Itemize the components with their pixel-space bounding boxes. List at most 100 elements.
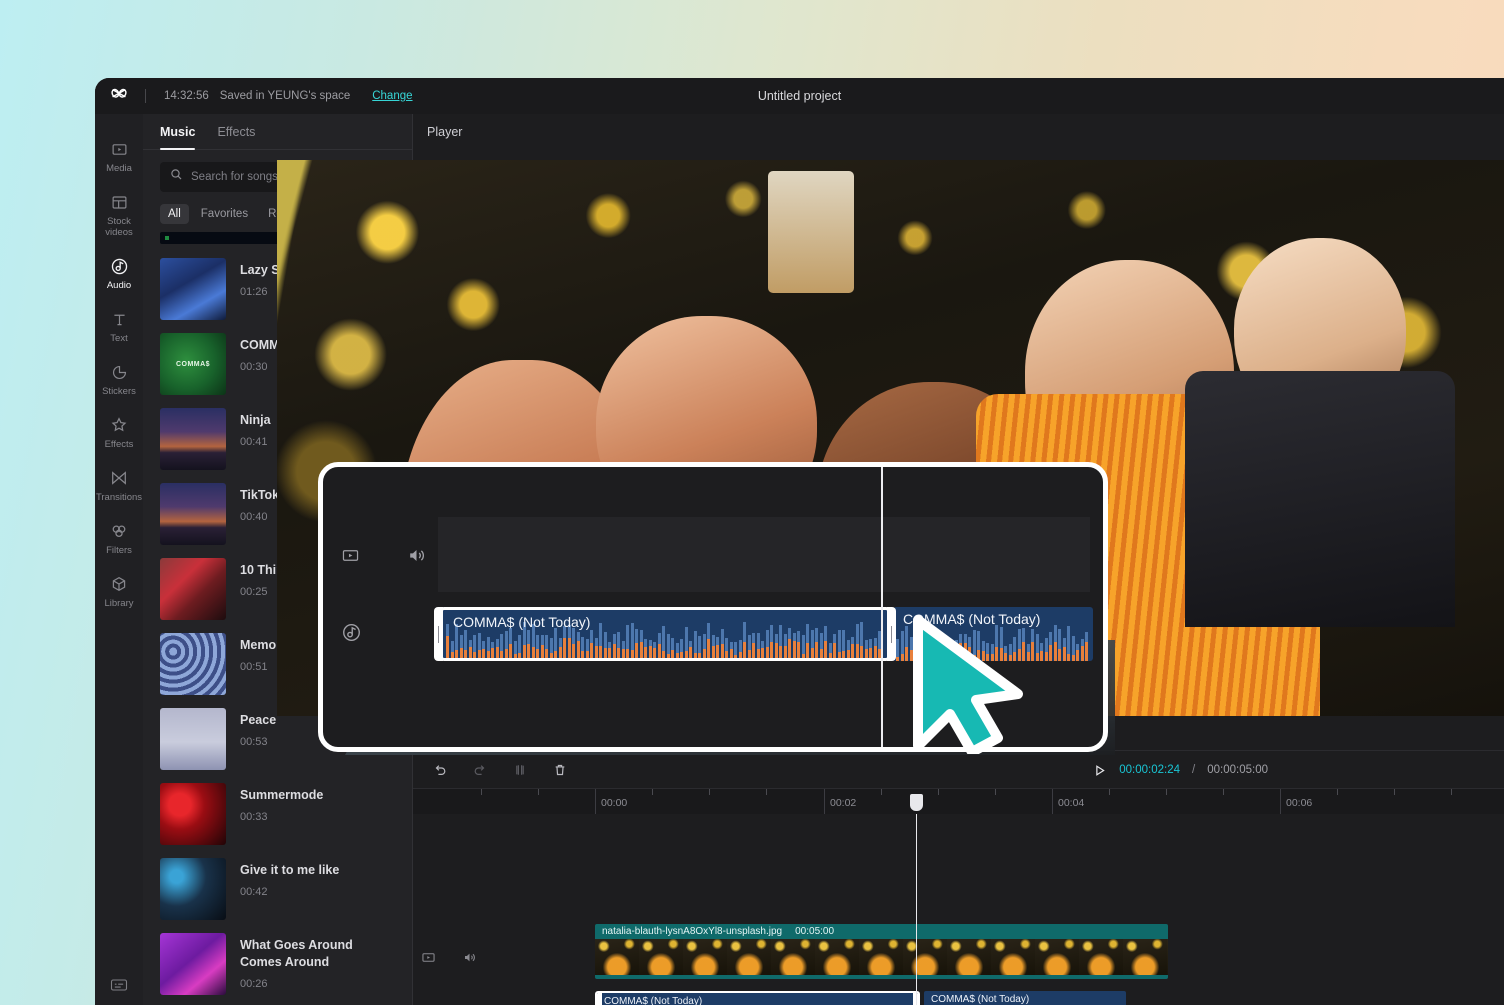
waveform-bar <box>1085 632 1088 661</box>
sidebar-item-stock-videos[interactable]: Stock videos <box>95 183 143 247</box>
video-clip-icon[interactable] <box>421 950 436 970</box>
waveform-bar <box>698 635 701 658</box>
album-art <box>160 783 226 845</box>
waveform-bar <box>1049 632 1052 661</box>
album-art <box>160 933 226 995</box>
filmstrip-frame <box>1035 939 1079 975</box>
album-art <box>160 258 226 320</box>
callout-clip-title: COMMA$ (Not Today) <box>453 614 591 630</box>
toolbar-divider <box>145 89 146 103</box>
waveform-bar <box>774 634 778 658</box>
waveform-bar <box>518 634 521 658</box>
tab-effects[interactable]: Effects <box>217 114 255 150</box>
trim-handle-left[interactable] <box>597 993 602 1005</box>
captions-icon[interactable] <box>95 975 143 995</box>
waveform-bar <box>585 639 589 658</box>
album-art <box>160 858 226 920</box>
waveform-bar <box>747 634 751 658</box>
filmstrip-frame <box>771 939 815 975</box>
video-track-controls <box>421 950 477 970</box>
waveform-bar <box>720 628 724 658</box>
sidebar-item-label: Transitions <box>95 492 143 503</box>
session-time: 14:32:56 <box>164 90 209 102</box>
album-art <box>160 558 226 620</box>
waveform-bar <box>806 623 809 658</box>
trim-handle-right[interactable] <box>887 607 896 661</box>
waveform-bar <box>873 637 877 658</box>
sidebar-item-label: Filters <box>106 545 132 556</box>
capcut-logo-icon[interactable] <box>95 85 143 107</box>
waveform-bar <box>482 640 485 658</box>
waveform-bar <box>693 630 697 658</box>
sidebar-item-stickers[interactable]: Stickers <box>95 353 143 406</box>
waveform-bar <box>446 624 449 658</box>
trim-handle-left[interactable] <box>434 607 443 661</box>
callout-video-clip[interactable] <box>438 517 1090 592</box>
timeline-ruler[interactable]: 00:00 00:02 00:04 00:06 00:08 <box>413 788 1504 815</box>
redo-icon[interactable] <box>469 759 491 781</box>
audio-clip-selected[interactable]: COMMA$ (Not Today) <box>595 991 920 1005</box>
chip-all[interactable]: All <box>160 204 189 224</box>
waveform-bar <box>810 630 814 658</box>
total-time: 00:00:05:00 <box>1207 764 1268 776</box>
tab-music[interactable]: Music <box>160 114 196 150</box>
player-header: Player <box>413 114 1504 150</box>
list-item[interactable]: What Goes Around Comes Around 00:26 <box>143 920 412 995</box>
video-clip-icon[interactable] <box>341 546 360 570</box>
sidebar-item-library[interactable]: Library <box>95 565 143 618</box>
play-icon[interactable] <box>1092 763 1107 778</box>
waveform-bar <box>644 639 647 658</box>
trash-icon[interactable] <box>549 759 571 781</box>
sidebar-item-filters[interactable]: Filters <box>95 512 143 565</box>
time-separator: / <box>1192 764 1196 776</box>
filters-icon <box>110 521 128 541</box>
filmstrip-frame <box>1167 939 1168 975</box>
timeline-toolbar: 00:00:02:24 / 00:00:05:00 <box>413 750 1504 788</box>
waveform-bar <box>752 632 755 658</box>
filmstrip-frame <box>947 939 991 975</box>
callout-audio-clip-selected[interactable]: COMMA$ (Not Today) <box>434 607 896 661</box>
waveform-bar <box>1058 629 1061 661</box>
waveform-bar <box>797 630 800 658</box>
waveform-bar <box>1076 643 1079 661</box>
waveform-bar <box>801 634 805 658</box>
volume-icon[interactable] <box>462 950 477 970</box>
waveform-bar <box>491 642 494 658</box>
waveform-bar <box>450 641 454 658</box>
change-space-link[interactable]: Change <box>372 90 412 102</box>
sidebar-item-media[interactable]: Media <box>95 130 143 183</box>
waveform-bar <box>734 642 737 658</box>
waveform-bar <box>635 629 638 658</box>
video-clip[interactable]: natalia-blauth-lysnA8OxYl8-unsplash.jpg … <box>595 924 1168 979</box>
playhead-handle[interactable] <box>910 794 923 811</box>
callout-playhead <box>881 467 883 747</box>
current-time: 00:00:02:24 <box>1119 764 1181 776</box>
timeline-tracks: natalia-blauth-lysnA8OxYl8-unsplash.jpg … <box>413 814 1504 1005</box>
chip-favorites[interactable]: Favorites <box>193 204 256 224</box>
list-item[interactable]: Give it to me like 00:42 <box>143 845 412 920</box>
audio-clip[interactable]: COMMA$ (Not Today) <box>924 991 1126 1005</box>
waveform-bar <box>860 622 863 658</box>
sidebar-item-transitions[interactable]: Transitions <box>95 459 143 512</box>
saved-status: Saved in YEUNG's space <box>219 90 351 102</box>
waveform-bar <box>662 626 665 658</box>
waveform-bar <box>1067 626 1070 661</box>
waveform-bar <box>504 631 508 658</box>
sidebar-item-text[interactable]: Text <box>95 300 143 353</box>
audio-note-icon[interactable] <box>341 622 362 648</box>
list-item[interactable]: Summermode 00:33 <box>143 770 412 845</box>
volume-icon[interactable] <box>406 545 427 571</box>
filmstrip-frame <box>639 939 683 975</box>
waveform-bar <box>869 639 872 658</box>
waveform-bar <box>599 622 602 658</box>
waveform-bar <box>594 638 598 658</box>
video-duration: 00:05:00 <box>795 926 835 937</box>
split-icon[interactable] <box>509 759 531 781</box>
filmstrip-frame <box>903 939 947 975</box>
sidebar-item-audio[interactable]: Audio <box>95 247 143 300</box>
undo-icon[interactable] <box>429 759 451 781</box>
sidebar-item-effects[interactable]: Effects <box>95 406 143 459</box>
waveform-bar <box>468 640 472 658</box>
waveform-bar <box>1044 638 1048 661</box>
waveform-bar <box>540 634 544 658</box>
